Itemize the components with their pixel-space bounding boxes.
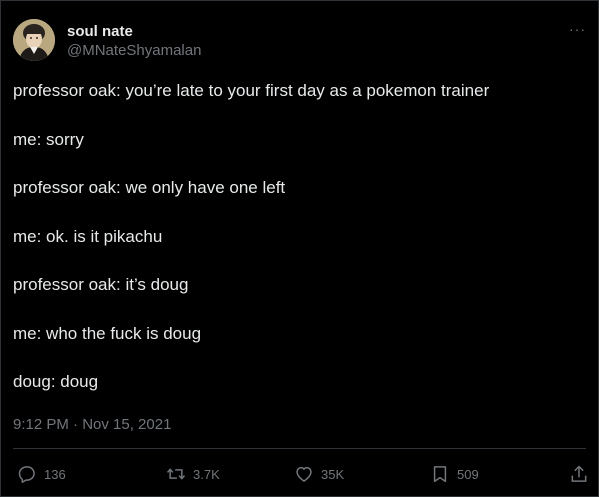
divider [13, 448, 586, 449]
tweet-header: soul nate @MNateShyamalan ··· [13, 19, 586, 67]
more-options-icon[interactable]: ··· [566, 22, 586, 39]
tweet-line: me: ok. is it pikachu [13, 226, 163, 246]
tweet-line: professor oak: you’re late to your first… [13, 81, 490, 100]
heart-icon [296, 466, 312, 482]
like-count: 35K [321, 466, 345, 482]
tweet-timestamp[interactable]: 9:12 PM · Nov 15, 2021 [13, 415, 171, 435]
reply-count: 136 [44, 466, 66, 482]
action-bar: 136 3.7K 35K 509 [13, 461, 589, 487]
avatar-portrait-icon [13, 19, 55, 61]
reply-button[interactable]: 136 [17, 461, 66, 487]
reply-icon [18, 466, 35, 483]
tweet-card: soul nate @MNateShyamalan ··· professor … [0, 0, 599, 497]
author-names: soul nate @MNateShyamalan [67, 23, 201, 61]
tweet-line: doug: doug [13, 372, 99, 391]
share-button[interactable] [569, 461, 589, 487]
retweet-icon [166, 468, 186, 480]
retweet-count: 3.7K [193, 466, 220, 482]
tweet-text: professor oak: you’re late to your first… [13, 79, 586, 419]
share-icon [571, 465, 587, 482]
bookmark-button[interactable]: 509 [430, 461, 479, 487]
like-button[interactable]: 35K [294, 461, 344, 487]
tweet-line: me: sorry [13, 129, 84, 149]
retweet-button[interactable]: 3.7K [166, 461, 220, 487]
avatar[interactable] [13, 19, 55, 61]
bookmark-count: 509 [457, 466, 479, 482]
author-handle[interactable]: @MNateShyamalan [67, 41, 201, 61]
tweet-line: me: who the fuck is doug [13, 323, 202, 343]
tweet-line: professor oak: it’s doug [13, 275, 189, 294]
display-name[interactable]: soul nate [67, 23, 201, 41]
bookmark-icon [433, 466, 447, 483]
tweet-line: professor oak: we only have one left [13, 178, 286, 197]
